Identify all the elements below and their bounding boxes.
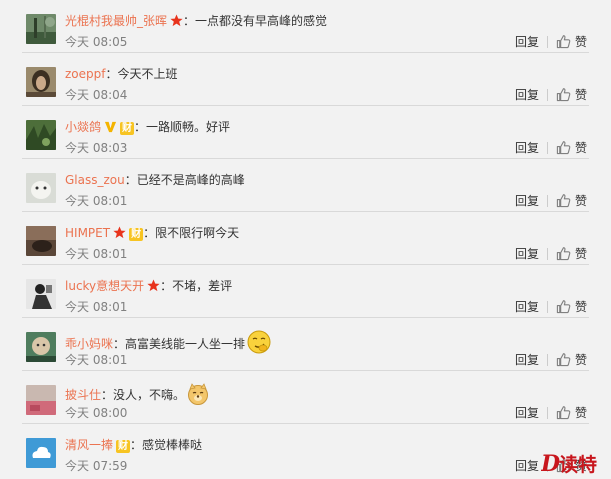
comment-username[interactable]: lucky意想天开: [65, 279, 144, 293]
like-button[interactable]: 赞: [575, 194, 587, 208]
watermark-logo: D 读特: [540, 450, 605, 477]
svg-text:D: D: [541, 451, 560, 476]
comment-username[interactable]: 光棍村我最帅_张晖: [65, 14, 167, 28]
reply-button[interactable]: 回复: [515, 299, 539, 315]
avatar[interactable]: [26, 14, 56, 44]
cai-badge: 财: [120, 122, 135, 135]
comment-text: ：一点都没有早高峰的感觉: [183, 14, 328, 28]
comment-item: 清风一捧财：感觉棒棒哒 今天 07:59 回复赞: [0, 424, 611, 477]
reply-button[interactable]: 回复: [515, 87, 539, 103]
comment-username[interactable]: HIMPET: [65, 226, 110, 240]
cai-badge: 财: [116, 440, 131, 453]
doge-emoji-icon: [188, 383, 209, 405]
divider: [546, 301, 548, 313]
comment-text: ：高富美线能一人坐一排: [113, 337, 246, 351]
thumbs-up-icon[interactable]: [556, 87, 571, 102]
comment-text: ：没人，不嗨。: [101, 388, 186, 402]
comment-text: ：限不限行啊今天: [143, 226, 240, 240]
star-badge-icon: [170, 14, 183, 27]
comment-item: Glass_zou：已经不是高峰的高峰 今天 08:01 回复 赞: [0, 159, 611, 212]
comment-text: ：今天不上班: [105, 67, 178, 81]
thumbs-up-icon[interactable]: [556, 34, 571, 49]
comment-time: 今天 08:03: [65, 141, 128, 155]
avatar[interactable]: [26, 332, 56, 362]
divider: [546, 195, 548, 207]
divider: [546, 36, 548, 48]
like-button[interactable]: 赞: [575, 406, 587, 420]
comment-item: HIMPET 财：限不限行啊今天 今天 08:01 回复 赞: [0, 212, 611, 265]
comment-item: 披斗仕：没人，不嗨。 今天 08:00 回复 赞: [0, 371, 611, 424]
avatar[interactable]: [26, 226, 56, 256]
like-button[interactable]: 赞: [575, 141, 587, 155]
like-button[interactable]: 赞: [575, 88, 587, 102]
like-button[interactable]: 赞: [575, 35, 587, 49]
star-badge-icon: [147, 279, 160, 292]
comment-text: ：一路顺畅。好评: [134, 120, 231, 134]
comment-time: 今天 08:01: [65, 353, 128, 367]
verified-v-icon: [104, 120, 117, 133]
like-button[interactable]: 赞: [575, 353, 587, 367]
reply-button[interactable]: 回复: [515, 140, 539, 156]
reply-button[interactable]: 回复: [515, 34, 539, 50]
comment-time: 今天 08:01: [65, 247, 128, 261]
reply-button[interactable]: 回复: [515, 405, 539, 421]
dute-logo-icon: D 读特: [540, 451, 597, 477]
cai-badge: 财: [129, 228, 144, 241]
smirk-emoji-icon: [247, 330, 271, 354]
like-button[interactable]: 赞: [575, 247, 587, 261]
thumbs-up-icon[interactable]: [556, 352, 571, 367]
avatar[interactable]: [26, 173, 56, 203]
comment-text: ：已经不是高峰的高峰: [124, 173, 245, 187]
comment-time: 今天 08:00: [65, 406, 128, 420]
thumbs-up-icon[interactable]: [556, 246, 571, 261]
svg-text:读特: 读特: [559, 453, 597, 476]
comment-time: 今天 08:01: [65, 194, 128, 208]
comment-item: 光棍村我最帅_张晖 ：一点都没有早高峰的感觉 今天 08:05 回复 赞: [0, 0, 611, 53]
avatar[interactable]: [26, 67, 56, 97]
divider: [546, 142, 548, 154]
comment-username[interactable]: Glass_zou: [65, 173, 125, 187]
thumbs-up-icon[interactable]: [556, 140, 571, 155]
thumbs-up-icon[interactable]: [556, 193, 571, 208]
avatar[interactable]: [26, 120, 56, 150]
comment-item: zoeppf：今天不上班 今天 08:04 回复 赞: [0, 53, 611, 106]
reply-button[interactable]: 回复: [515, 352, 539, 368]
comment-time: 今天 07:59: [65, 459, 128, 473]
reply-button[interactable]: 回复: [515, 193, 539, 209]
thumbs-up-icon[interactable]: [556, 405, 571, 420]
like-button[interactable]: 赞: [575, 300, 587, 314]
reply-button[interactable]: 回复: [515, 246, 539, 262]
comment-username[interactable]: zoeppf: [65, 67, 105, 81]
comment-item: lucky意想天开 ：不堵，差评 今天 08:01 回复 赞: [0, 265, 611, 318]
divider: [546, 89, 548, 101]
comment-username[interactable]: 乖小妈咪: [65, 337, 113, 351]
comment-item: 乖小妈咪：高富美线能一人坐一排 今天 08:01 回复 赞: [0, 318, 611, 371]
avatar[interactable]: [26, 438, 56, 468]
comment-text: ：感觉棒棒哒: [130, 438, 203, 452]
avatar[interactable]: [26, 279, 56, 309]
divider: [546, 354, 548, 366]
divider: [546, 407, 548, 419]
comment-time: 今天 08:01: [65, 300, 128, 314]
reply-button[interactable]: 回复: [515, 458, 539, 474]
comment-username[interactable]: 披斗仕: [65, 388, 101, 402]
star-badge-icon: [113, 226, 126, 239]
comment-username[interactable]: 小燚鸽: [65, 120, 101, 134]
avatar[interactable]: [26, 385, 56, 415]
comment-list: 光棍村我最帅_张晖 ：一点都没有早高峰的感觉 今天 08:05 回复赞 zoepp…: [0, 0, 611, 477]
comment-time: 今天 08:05: [65, 35, 128, 49]
comment-text: ：不堵，差评: [160, 279, 233, 293]
thumbs-up-icon[interactable]: [556, 299, 571, 314]
comment-time: 今天 08:04: [65, 88, 128, 102]
divider: [546, 248, 548, 260]
comment-username[interactable]: 清风一捧: [65, 438, 113, 452]
comment-item: 小燚鸽 财：一路顺畅。好评 今天 08:03 回复 赞: [0, 106, 611, 159]
